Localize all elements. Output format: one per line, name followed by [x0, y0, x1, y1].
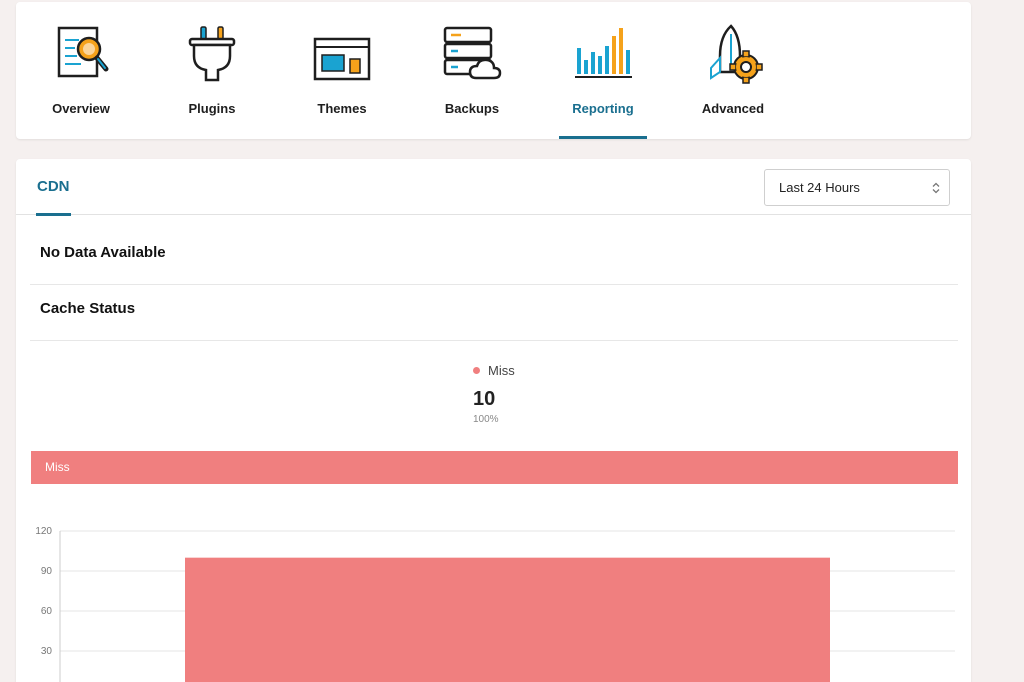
nav-item-themes[interactable]: Themes — [282, 2, 402, 139]
cache-status-chart: 30 60 90 120 — [35, 526, 955, 682]
miss-proportion-bar[interactable]: Miss — [31, 451, 958, 484]
y-tick-label: 90 — [41, 566, 53, 577]
reporting-panel: CDN Last 24 Hours No Data Available Cach… — [16, 159, 971, 682]
nav-item-label: Backups — [444, 101, 500, 116]
cache-status-heading: Cache Status — [40, 300, 136, 317]
server-cloud-icon — [443, 26, 502, 80]
nav-item-label: Reporting — [572, 101, 634, 116]
nav-item-label: Plugins — [188, 101, 236, 116]
miss-count: 10 — [473, 388, 496, 410]
bar-chart-icon — [575, 28, 632, 78]
time-range-value: Last 24 Hours — [779, 180, 860, 195]
nav-item-label: Overview — [52, 101, 110, 116]
layout-icon — [313, 37, 371, 81]
nav-item-reporting[interactable]: Reporting — [543, 2, 663, 139]
nav-item-backups[interactable]: Backups — [412, 2, 532, 139]
tab-bar: CDN Last 24 Hours — [16, 159, 971, 216]
chevron-up-down-icon — [932, 182, 940, 194]
legend-label: Miss — [488, 363, 515, 378]
bar-miss[interactable] — [185, 557, 830, 682]
rocket-gear-icon — [710, 24, 763, 84]
time-range-select[interactable]: Last 24 Hours — [764, 169, 950, 206]
no-data-heading: No Data Available — [40, 244, 166, 261]
nav-item-overview[interactable]: Overview — [21, 2, 141, 139]
legend-miss: Miss — [473, 363, 515, 378]
nav-item-plugins[interactable]: Plugins — [152, 2, 272, 139]
tab-cdn[interactable]: CDN — [36, 159, 71, 216]
divider — [30, 340, 958, 341]
section-nav: Overview Plugins Themes Backups Reportin… — [16, 2, 971, 139]
y-tick-label: 60 — [41, 606, 53, 617]
plug-icon — [188, 26, 236, 82]
nav-item-label: Themes — [317, 101, 367, 116]
divider — [30, 284, 958, 285]
nav-item-label: Advanced — [701, 101, 765, 116]
legend-dot — [473, 367, 480, 374]
search-document-icon — [57, 26, 109, 78]
nav-item-advanced[interactable]: Advanced — [673, 2, 793, 139]
y-tick-label: 30 — [41, 646, 53, 657]
y-tick-label: 120 — [35, 526, 52, 537]
miss-bar-label: Miss — [45, 460, 70, 474]
miss-percent: 100% — [473, 414, 499, 425]
